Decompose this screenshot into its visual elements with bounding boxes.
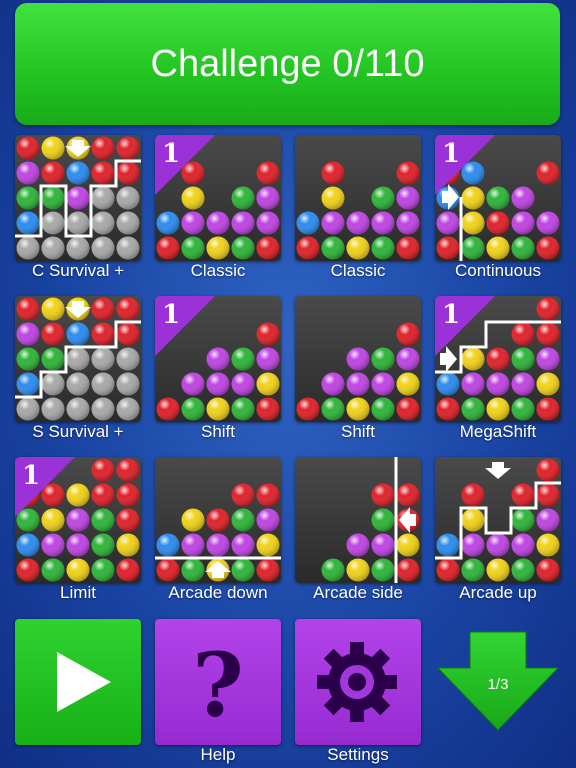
mode-limit[interactable]: 1	[15, 457, 141, 583]
mode-c-survival-plus[interactable]	[15, 135, 141, 261]
overlay-icon	[295, 135, 421, 261]
mode-label: Arcade side	[313, 583, 403, 602]
direction-arrow-icon	[205, 561, 231, 578]
mode-arcade-side[interactable]	[295, 457, 421, 583]
direction-arrow-icon	[485, 462, 511, 479]
overlay-icon	[15, 457, 141, 583]
mode-shift-1[interactable]: 1	[155, 296, 281, 422]
mode-s-survival-plus[interactable]	[15, 296, 141, 422]
mode-label: Limit	[60, 583, 96, 602]
direction-arrow-icon	[442, 184, 459, 210]
overlay-icon	[155, 135, 281, 261]
overlay-icon	[15, 301, 141, 399]
help-button[interactable]: ?	[155, 619, 281, 745]
mode-classic-2[interactable]	[295, 135, 421, 261]
settings-label: Settings	[327, 745, 389, 764]
mode-label: Classic	[190, 261, 246, 280]
mode-label: Shift	[200, 422, 236, 441]
mode-shift-2[interactable]	[295, 296, 421, 422]
mode-arcade-down[interactable]	[155, 457, 281, 583]
mode-continuous[interactable]: 1	[435, 135, 561, 261]
overlay-icon	[15, 140, 141, 238]
mode-classic-1[interactable]: 1	[155, 135, 281, 261]
challenge-button[interactable]: Challenge 0/110	[15, 3, 560, 125]
mode-label: C Survival +	[31, 261, 125, 280]
challenge-label: Challenge 0/110	[150, 42, 425, 85]
play-button[interactable]	[15, 619, 141, 745]
svg-text:?: ?	[192, 633, 244, 737]
mode-label: S Survival +	[32, 422, 124, 441]
overlay-icon	[435, 462, 561, 560]
mode-label: Continuous	[454, 261, 541, 280]
gear-icon	[317, 642, 397, 722]
mode-megashift[interactable]: 1	[435, 296, 561, 422]
direction-arrow-icon	[65, 140, 91, 157]
overlay-icon	[442, 184, 463, 261]
mode-label: Arcade down	[168, 583, 268, 602]
direction-arrow-icon	[65, 301, 91, 318]
play-icon	[57, 652, 111, 712]
overlay-icon	[155, 556, 281, 578]
mode-arcade-up[interactable]	[435, 457, 561, 583]
direction-arrow-icon	[399, 507, 416, 533]
question-mark-icon: ?	[192, 633, 244, 737]
mode-label: Classic	[330, 261, 386, 280]
next-page-button[interactable]: 1/3	[436, 630, 560, 732]
overlay-icon	[435, 320, 561, 374]
help-label: Help	[200, 745, 236, 764]
page-indicator: 1/3	[487, 676, 509, 693]
mode-label: MegaShift	[459, 422, 537, 441]
settings-button[interactable]	[295, 619, 421, 745]
overlay-icon	[394, 457, 416, 583]
overlay-icon	[155, 296, 281, 422]
overlay-icon	[295, 296, 421, 422]
mode-label: Shift	[340, 422, 376, 441]
mode-label: Arcade up	[459, 583, 537, 602]
direction-arrow-icon	[440, 346, 457, 372]
